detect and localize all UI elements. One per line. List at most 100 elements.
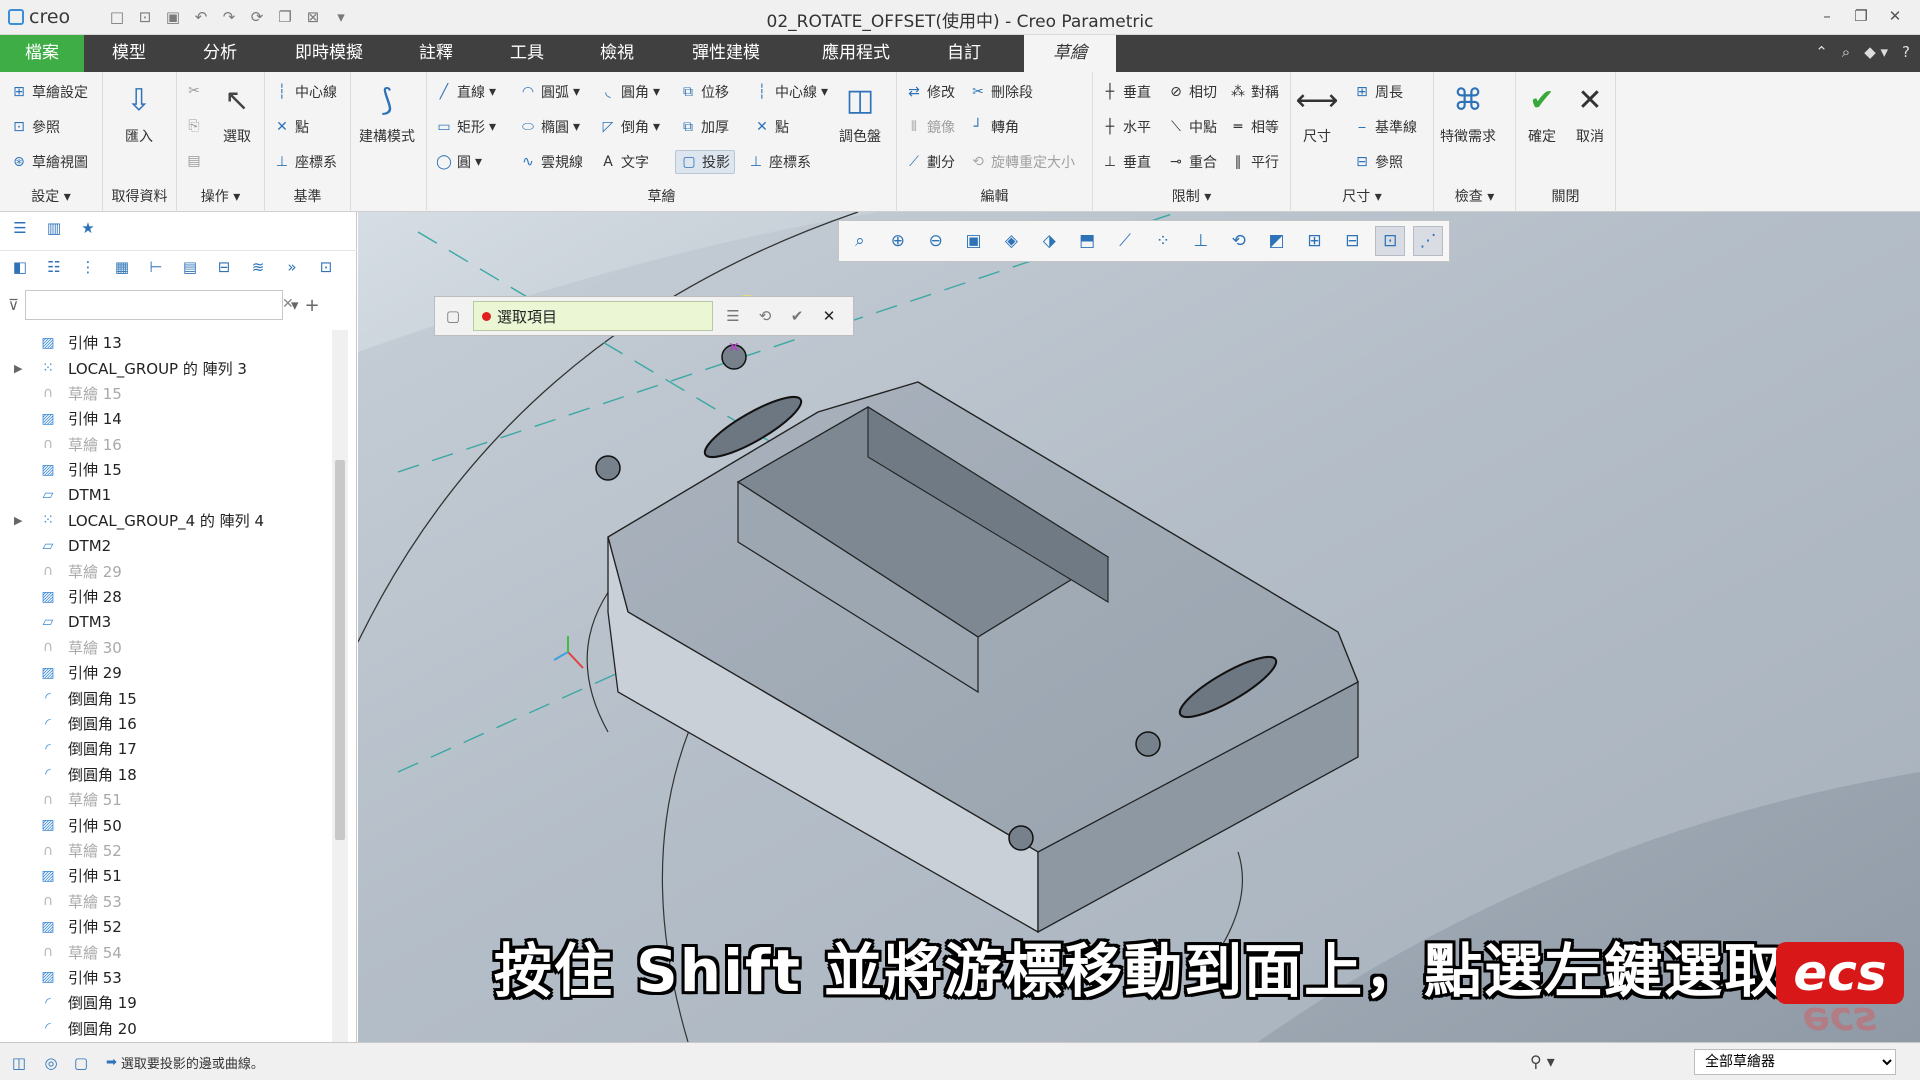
browser-toggle-icon[interactable]: ◎ [40, 1052, 62, 1074]
restore-icon[interactable]: ❐ [1846, 3, 1876, 29]
sketch-view-icon[interactable]: ⬒ [1072, 226, 1102, 256]
tree-item[interactable]: ∩ 草繪 30 [0, 635, 330, 660]
construction-mode-button[interactable]: ⟆ 建構模式 [359, 80, 415, 146]
midpoint-button[interactable]: ⟍ 中點 [1167, 117, 1217, 137]
tab-0[interactable]: 檔案 [0, 35, 84, 72]
tab-3[interactable]: 即時模擬 [275, 35, 383, 72]
tab-1[interactable]: 模型 [95, 35, 163, 72]
thicken-button[interactable]: ⧉ 加厚 [679, 117, 729, 137]
selection-collector[interactable]: 選取項目 [473, 301, 713, 331]
group-label-constrain[interactable]: 限制 ▾ [1093, 186, 1290, 206]
find-icon[interactable]: ⚲ ▾ [1530, 1052, 1555, 1071]
circle-button[interactable]: ◯ 圓 ▾ [435, 152, 482, 172]
csys-display-icon[interactable]: ⊥ [1186, 226, 1216, 256]
tree-settings-icon[interactable]: ⊡ [316, 257, 336, 277]
tree-item[interactable]: ▨ 引伸 52 [0, 914, 330, 939]
more-icon[interactable]: » [282, 257, 302, 277]
coincident-button[interactable]: ⊸ 重合 [1167, 152, 1217, 172]
tree-item[interactable]: ◜ 倒圓角 16 [0, 711, 330, 736]
select-button[interactable]: ↖ 選取 [217, 80, 257, 146]
filter-icon[interactable]: ⊽ [8, 296, 19, 314]
tree-item[interactable]: ∩ 草繪 51 [0, 787, 330, 812]
cancel-button[interactable]: ✕ 取消 [1570, 80, 1610, 146]
grid-display-icon[interactable]: ⊡ [1375, 226, 1406, 256]
offset-button[interactable]: ⧉ 位移 [679, 82, 729, 102]
datum-point-button[interactable]: ✕ 點 [273, 117, 309, 137]
tree-item[interactable]: ▱ DTM3 [0, 609, 330, 634]
selection-filter-select[interactable]: 全部草繪器 [1694, 1049, 1896, 1075]
tab-8[interactable]: 應用程式 [800, 35, 912, 72]
tree-item[interactable]: ▨ 引伸 53 [0, 965, 330, 990]
annotation-display-icon[interactable]: ◩ [1262, 226, 1292, 256]
datum-display-icon[interactable]: ⟋ [1110, 226, 1140, 256]
close-panel-icon[interactable]: ✕ [817, 304, 841, 328]
close-icon[interactable]: ✕ [1880, 3, 1910, 29]
regenerate-icon[interactable]: ⟳ [246, 6, 268, 28]
tree-item[interactable]: ▱ DTM2 [0, 533, 330, 558]
tab-7[interactable]: 彈性建模 [670, 35, 782, 72]
zoom-in-icon[interactable]: ⊕ [883, 226, 913, 256]
tree-item[interactable]: ◜ 倒圓角 18 [0, 762, 330, 787]
tree-scrollbar-thumb[interactable] [335, 460, 345, 840]
add-icon[interactable]: + [305, 295, 320, 316]
tab-10[interactable]: 草繪 [1024, 35, 1116, 72]
panel-toggle-icon[interactable]: ▢ [441, 304, 465, 328]
display-style-icon[interactable]: ◈ [997, 226, 1027, 256]
help-icon[interactable]: ? [1902, 43, 1910, 61]
zoom-out-icon[interactable]: ⊖ [921, 226, 951, 256]
saved-orientations-icon[interactable]: ⬗ [1034, 226, 1064, 256]
feature-requirements-button[interactable]: ⌘ 特徵需求 [1440, 80, 1496, 146]
expand-icon[interactable]: ▶ [14, 514, 32, 527]
expand-icon[interactable]: ▶ [14, 362, 32, 375]
tree-item[interactable]: ∩ 草繪 54 [0, 939, 330, 964]
navigator-toggle-icon[interactable]: ◫ [8, 1052, 30, 1074]
favorites-tab-icon[interactable]: ★ [78, 218, 98, 238]
datum-centerline-button[interactable]: ┆ 中心線 [273, 82, 337, 102]
dimension-button[interactable]: ⟷ 尺寸 [1296, 80, 1339, 146]
folder-browser-tab-icon[interactable]: ▥ [44, 218, 64, 238]
save-icon[interactable]: ▣ [162, 6, 184, 28]
tree-layers-icon[interactable]: ≋ [248, 257, 268, 277]
tree-columns-icon[interactable]: ⋮ [78, 257, 98, 277]
tree-item[interactable]: ◜ 倒圓角 15 [0, 685, 330, 710]
tree-list-icon[interactable]: ☷ [44, 257, 64, 277]
refit-icon[interactable]: ⌕ [845, 226, 875, 256]
tree-item[interactable]: ▨ 引伸 51 [0, 863, 330, 888]
group-label-operations[interactable]: 操作 ▾ [177, 186, 264, 206]
centerline-button[interactable]: ┆ 中心線 ▾ [753, 82, 828, 102]
windows-icon[interactable]: ❐ [274, 6, 296, 28]
learning-icon[interactable]: ◆ ▾ [1864, 43, 1888, 61]
arc-button[interactable]: ◠ 圓弧 ▾ [519, 82, 580, 102]
tree-item[interactable]: ▨ 引伸 14 [0, 406, 330, 431]
import-button[interactable]: ⇩ 匯入 [119, 80, 159, 146]
perpendicular-button[interactable]: ⊥ 垂直 [1101, 152, 1151, 172]
ok-button[interactable]: ✔ 確定 [1522, 80, 1562, 146]
rotate-resize-button[interactable]: ⟲ 旋轉重定大小 [969, 152, 1075, 172]
minimize-ribbon-icon[interactable]: ⌃ [1815, 43, 1828, 61]
tree-search-input[interactable] [24, 290, 283, 320]
reference-dimension-button[interactable]: ⊟ 參照 [1353, 152, 1403, 172]
graphics-viewport[interactable]: ✕ ⌕ ⊕ ⊖ ▣ ◈ ⬗ ⬒ ⟋ ⁘ ⊥ ⟲ ◩ ⊞ ⊟ ⊡ ⋰ ▢ 選取項目… [358, 212, 1920, 1042]
tree-item[interactable]: ◜ 倒圓角 20 [0, 1016, 330, 1041]
tree-scrollbar[interactable] [332, 330, 348, 1042]
group-label-dimension[interactable]: 尺寸 ▾ [1291, 186, 1433, 206]
minimize-icon[interactable]: – [1812, 3, 1842, 29]
tree-item[interactable]: ▨ 引伸 13 [0, 330, 330, 355]
tree-item[interactable]: ∩ 草繪 29 [0, 559, 330, 584]
tree-item[interactable]: ▨ 引伸 15 [0, 457, 330, 482]
tree-item[interactable]: ◜ 倒圓角 19 [0, 990, 330, 1015]
parallel-button[interactable]: ∥ 平行 [1229, 152, 1280, 172]
project-button[interactable]: ▢ 投影 [675, 150, 735, 174]
corner-button[interactable]: ┘ 轉角 [969, 117, 1019, 137]
vertical-constraint-button[interactable]: ┼ 垂直 [1101, 82, 1151, 102]
tree-item[interactable]: ∩ 草繪 52 [0, 838, 330, 863]
fullscreen-icon[interactable]: ▢ [70, 1052, 92, 1074]
perimeter-button[interactable]: ⊞ 周長 [1353, 82, 1403, 102]
sketch-setup-button[interactable]: ⊞ 草繪設定 [10, 82, 88, 102]
tab-9[interactable]: 自訂 [930, 35, 998, 72]
open-icon[interactable]: ⊡ [134, 6, 156, 28]
modify-button[interactable]: ⇄ 修改 [905, 82, 955, 102]
constraint-display-icon[interactable]: ⊟ [1337, 226, 1367, 256]
undo-icon[interactable]: ↶ [190, 6, 212, 28]
tree-item[interactable]: ∩ 草繪 16 [0, 432, 330, 457]
